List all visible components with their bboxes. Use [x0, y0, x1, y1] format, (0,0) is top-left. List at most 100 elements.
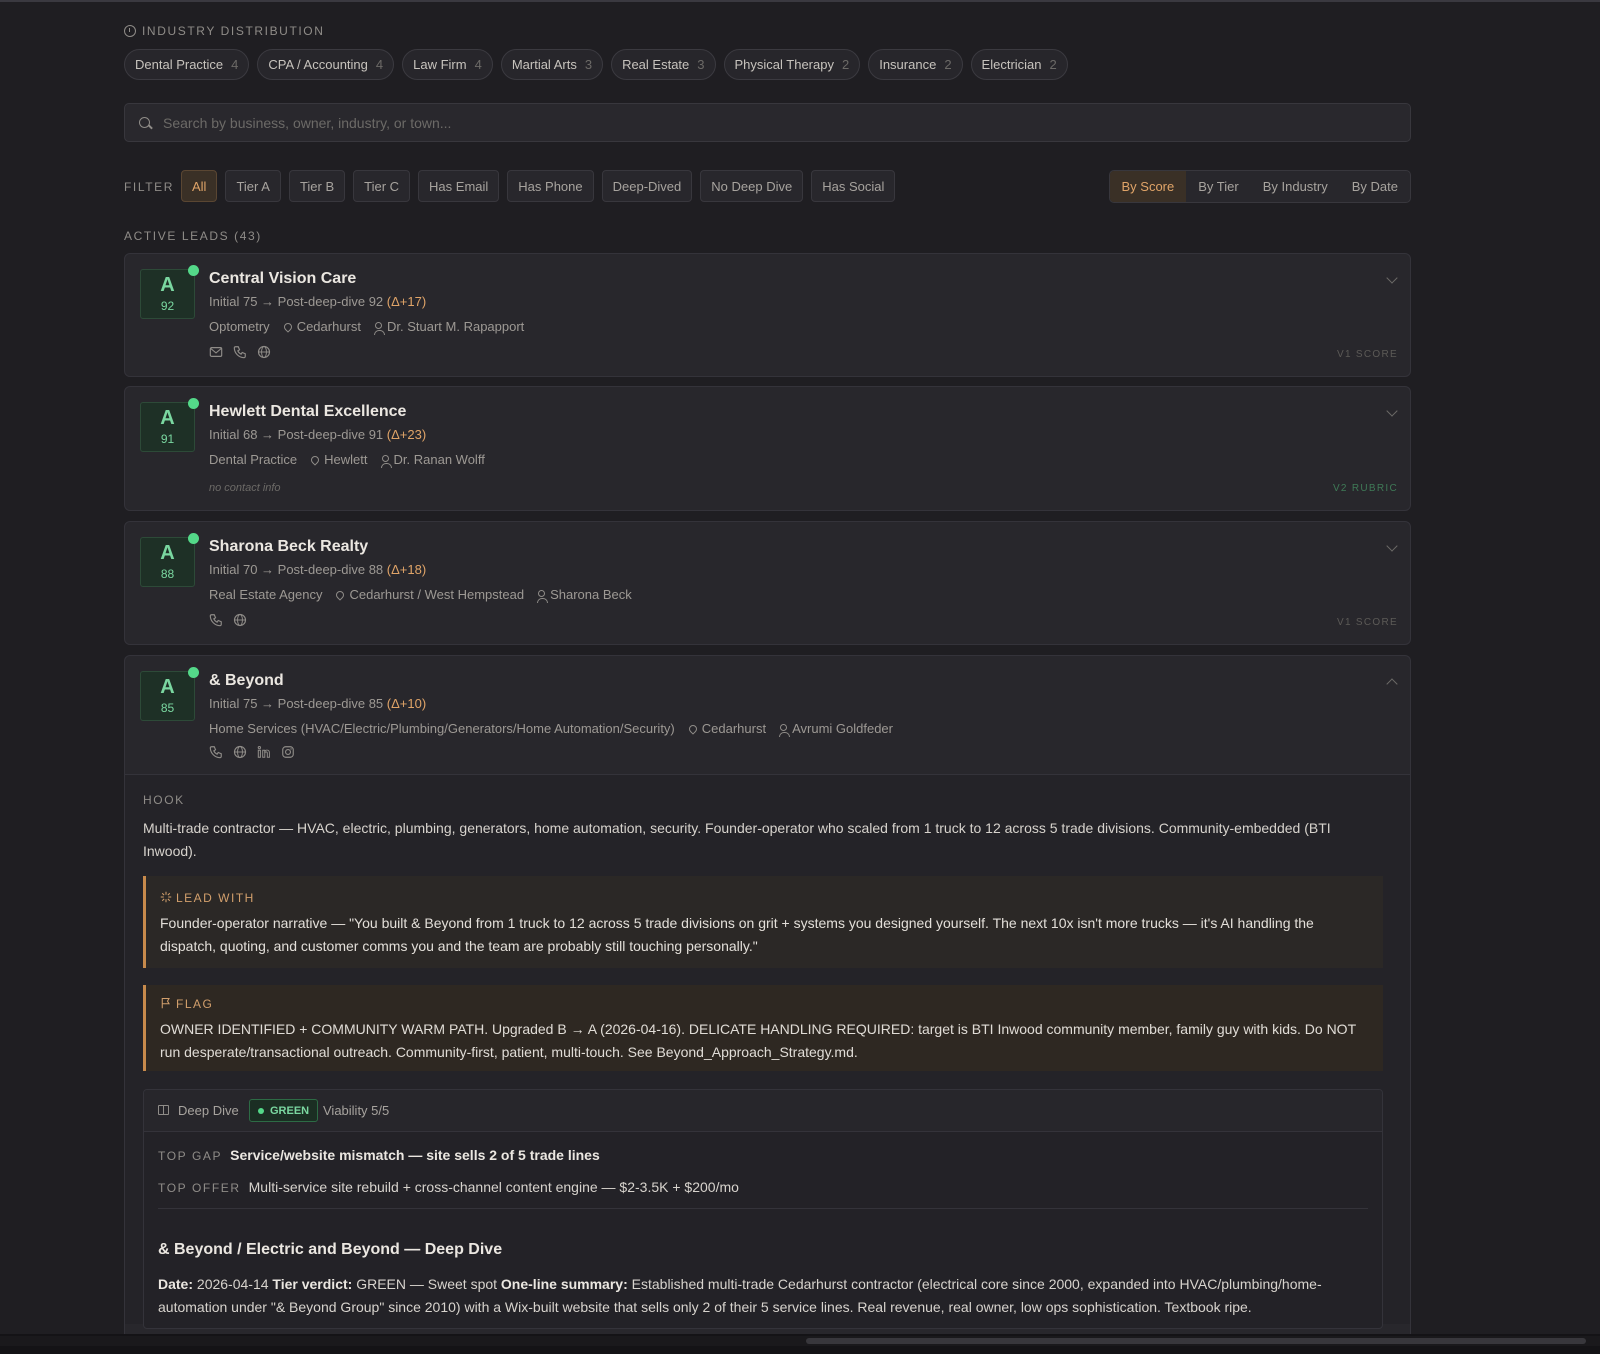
score-delta: (Δ+10) — [386, 696, 427, 711]
lead-card[interactable]: A 91 Hewlett Dental Excellence Initial 6… — [124, 386, 1411, 511]
industry-chip[interactable]: Dental Practice 4 — [124, 49, 250, 80]
lead-industry: Dental Practice — [209, 452, 298, 467]
lead-industry: Optometry — [209, 319, 270, 334]
filter-tier-b-button[interactable]: Tier B — [288, 170, 346, 202]
location-pin-icon — [687, 723, 699, 735]
sort-by-score-button[interactable]: By Score — [1109, 171, 1187, 202]
phone-icon[interactable] — [209, 613, 223, 627]
deep-dive-header[interactable]: Deep Dive GREEN Viability 5/5 — [144, 1090, 1382, 1132]
industry-chip[interactable]: Insurance 2 — [868, 49, 963, 80]
industry-chip[interactable]: Martial Arts 3 — [500, 49, 604, 80]
tier-score: 92 — [160, 299, 175, 313]
lead-card-expanded[interactable]: A 85 & Beyond Initial 75 → Post-deep-div… — [124, 655, 1411, 1335]
location-pin-icon — [334, 589, 347, 601]
globe-icon[interactable] — [233, 613, 247, 627]
lead-score-line: Initial 68 → Post-deep-dive 91 (Δ+23) — [209, 427, 426, 442]
sort-group: By Score By Tier By Industry By Date — [1108, 170, 1411, 203]
status-dot — [188, 533, 199, 544]
lead-meta: Home Services (HVAC/Electric/Plumbing/Ge… — [209, 721, 893, 737]
active-leads-label: ACTIVE LEADS (43) — [124, 229, 262, 243]
filter-label: FILTER — [124, 180, 175, 194]
globe-icon[interactable] — [257, 345, 271, 359]
chip-count: 2 — [841, 57, 850, 72]
flag-label: FLAG — [176, 997, 214, 1011]
chip-label: CPA / Accounting — [268, 57, 368, 72]
filter-has-phone-button[interactable]: Has Phone — [507, 170, 594, 202]
phone-icon[interactable] — [233, 345, 247, 359]
chevron-down-icon[interactable] — [1386, 272, 1398, 284]
industry-chips: Dental Practice 4 CPA / Accounting 4 Law F… — [124, 49, 1068, 80]
book-icon — [158, 1105, 169, 1115]
filter-has-email-button[interactable]: Has Email — [418, 170, 500, 202]
chip-label: Law Firm — [413, 57, 467, 72]
score-version-label: V1 SCORE — [1337, 617, 1398, 628]
lead-owner: Avrumi Goldfeder — [779, 721, 893, 737]
chip-count: 4 — [231, 57, 239, 72]
globe-icon[interactable] — [233, 745, 247, 759]
sort-by-industry-button[interactable]: By Industry — [1251, 171, 1340, 202]
chip-count: 4 — [375, 57, 384, 72]
lead-owner: Dr. Stuart M. Rapapport — [374, 319, 525, 335]
filter-all-button[interactable]: All — [181, 170, 218, 202]
sort-by-tier-button[interactable]: By Tier — [1186, 171, 1250, 202]
deep-dive-title: Deep Dive — [178, 1103, 239, 1118]
filter-has-social-button[interactable]: Has Social — [811, 170, 896, 202]
person-icon — [779, 724, 791, 737]
person-icon — [537, 590, 549, 603]
phone-icon[interactable] — [209, 745, 223, 759]
search-input[interactable] — [163, 104, 1393, 141]
status-dot — [188, 265, 199, 276]
lead-name: & Beyond — [209, 672, 284, 689]
chip-count: 2 — [1049, 57, 1057, 72]
lead-with-header: LEAD WITH — [160, 891, 255, 905]
linkedin-icon[interactable] — [257, 745, 271, 759]
score-progression: Initial 75 → Post-deep-dive 92 — [209, 294, 384, 309]
lead-town: Cedarhurst / West Hempstead — [334, 587, 524, 602]
lead-card[interactable]: A 92 Central Vision Care Initial 75 → Po… — [124, 253, 1411, 377]
lead-industry: Real Estate Agency — [209, 587, 323, 602]
sort-by-date-button[interactable]: By Date — [1340, 171, 1410, 202]
deep-dive-heading: & Beyond / Electric and Beyond — Deep Di… — [158, 1241, 503, 1258]
flag-icon — [161, 997, 170, 1009]
industry-chip[interactable]: Electrician 2 — [970, 49, 1068, 80]
deep-dive-panel: Deep Dive GREEN Viability 5/5 TOP GAP Ser… — [143, 1089, 1383, 1329]
scrollbar-thumb[interactable] — [806, 1338, 1586, 1344]
industry-chip[interactable]: CPA / Accounting 4 — [257, 49, 395, 80]
lead-with-callout: LEAD WITH Founder-operator narrative — "… — [143, 876, 1383, 968]
tier-badge: A 88 — [140, 537, 195, 587]
lead-name: Central Vision Care — [209, 270, 357, 287]
lead-town: Hewlett — [309, 452, 368, 467]
chip-label: Martial Arts — [511, 57, 577, 72]
email-icon[interactable] — [209, 345, 223, 359]
tier-letter: A — [160, 407, 175, 429]
lead-meta: Dental Practice Hewlett Dr. Ranan Wolff — [209, 452, 485, 468]
owner-text: Sharona Beck — [550, 587, 632, 602]
filter-tier-a-button[interactable]: Tier A — [225, 170, 281, 202]
filter-buttons: All Tier A Tier B Tier C Has Email Has P… — [181, 170, 896, 202]
chevron-up-icon[interactable] — [1386, 678, 1398, 690]
filter-no-deep-dive-button[interactable]: No Deep Dive — [700, 170, 804, 202]
industry-chip[interactable]: Law Firm 4 — [402, 49, 493, 80]
lead-owner: Sharona Beck — [537, 587, 632, 603]
filter-tier-c-button[interactable]: Tier C — [353, 170, 411, 202]
lead-details: HOOK Multi-trade contractor — HVAC, elec… — [125, 774, 1410, 1329]
chevron-down-icon[interactable] — [1386, 405, 1398, 417]
chevron-down-icon[interactable] — [1386, 540, 1398, 552]
top-offer-value: Multi-service site rebuild + cross-chann… — [248, 1179, 739, 1195]
tier-badge: A 92 — [140, 269, 195, 319]
top-gap-label: TOP GAP — [158, 1149, 223, 1163]
industry-chip[interactable]: Real Estate 3 — [611, 49, 716, 80]
filter-deep-dived-button[interactable]: Deep-Dived — [601, 170, 693, 202]
owner-text: Dr. Stuart M. Rapapport — [387, 319, 525, 334]
score-version-label: V2 RUBRIC — [1332, 483, 1398, 494]
flag-text: OWNER IDENTIFIED + COMMUNITY WARM PATH. … — [160, 1021, 1356, 1060]
industry-chip[interactable]: Physical Therapy 2 — [723, 49, 861, 80]
date-label: Date: — [158, 1276, 194, 1292]
lead-town: Cedarhurst — [282, 319, 361, 334]
person-icon — [374, 322, 385, 335]
lead-name: Hewlett Dental Excellence — [209, 403, 407, 420]
instagram-icon[interactable] — [281, 745, 295, 759]
deep-dive-summary: Date: 2026-04-14 Tier verdict: GREEN — S… — [158, 1273, 1373, 1319]
lead-meta: Optometry Cedarhurst Dr. Stuart M. Rapap… — [209, 319, 525, 335]
lead-card[interactable]: A 88 Sharona Beck Realty Initial 70 → Po… — [124, 521, 1411, 645]
